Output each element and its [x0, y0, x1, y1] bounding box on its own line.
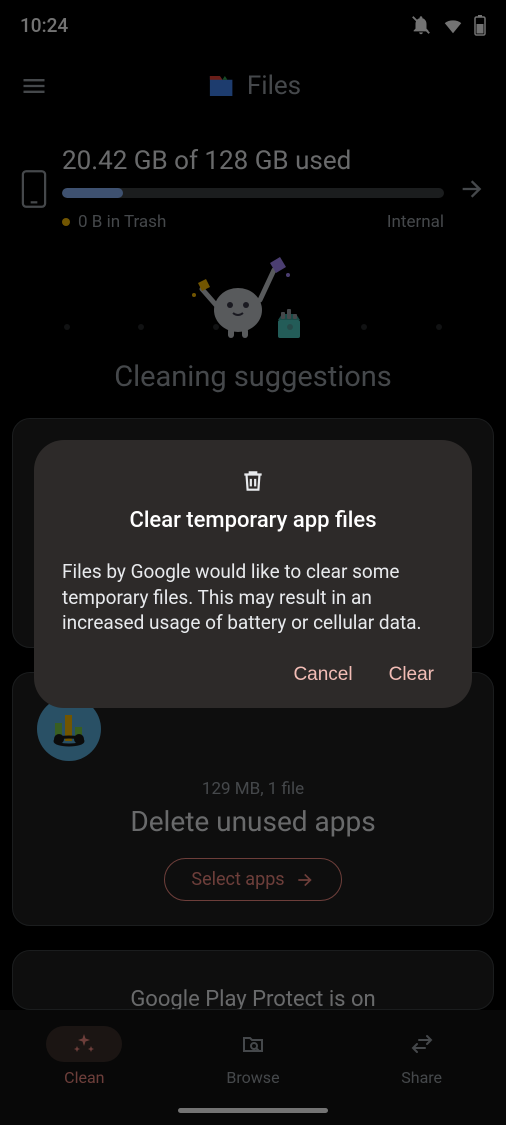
cancel-button[interactable]: Cancel — [293, 664, 352, 686]
clear-button[interactable]: Clear — [389, 664, 434, 686]
dialog-body: Files by Google would like to clear some… — [62, 559, 444, 636]
trash-icon — [240, 468, 266, 494]
dialog-title: Clear temporary app files — [62, 508, 444, 533]
clear-temp-files-dialog: Clear temporary app files Files by Googl… — [34, 440, 472, 708]
